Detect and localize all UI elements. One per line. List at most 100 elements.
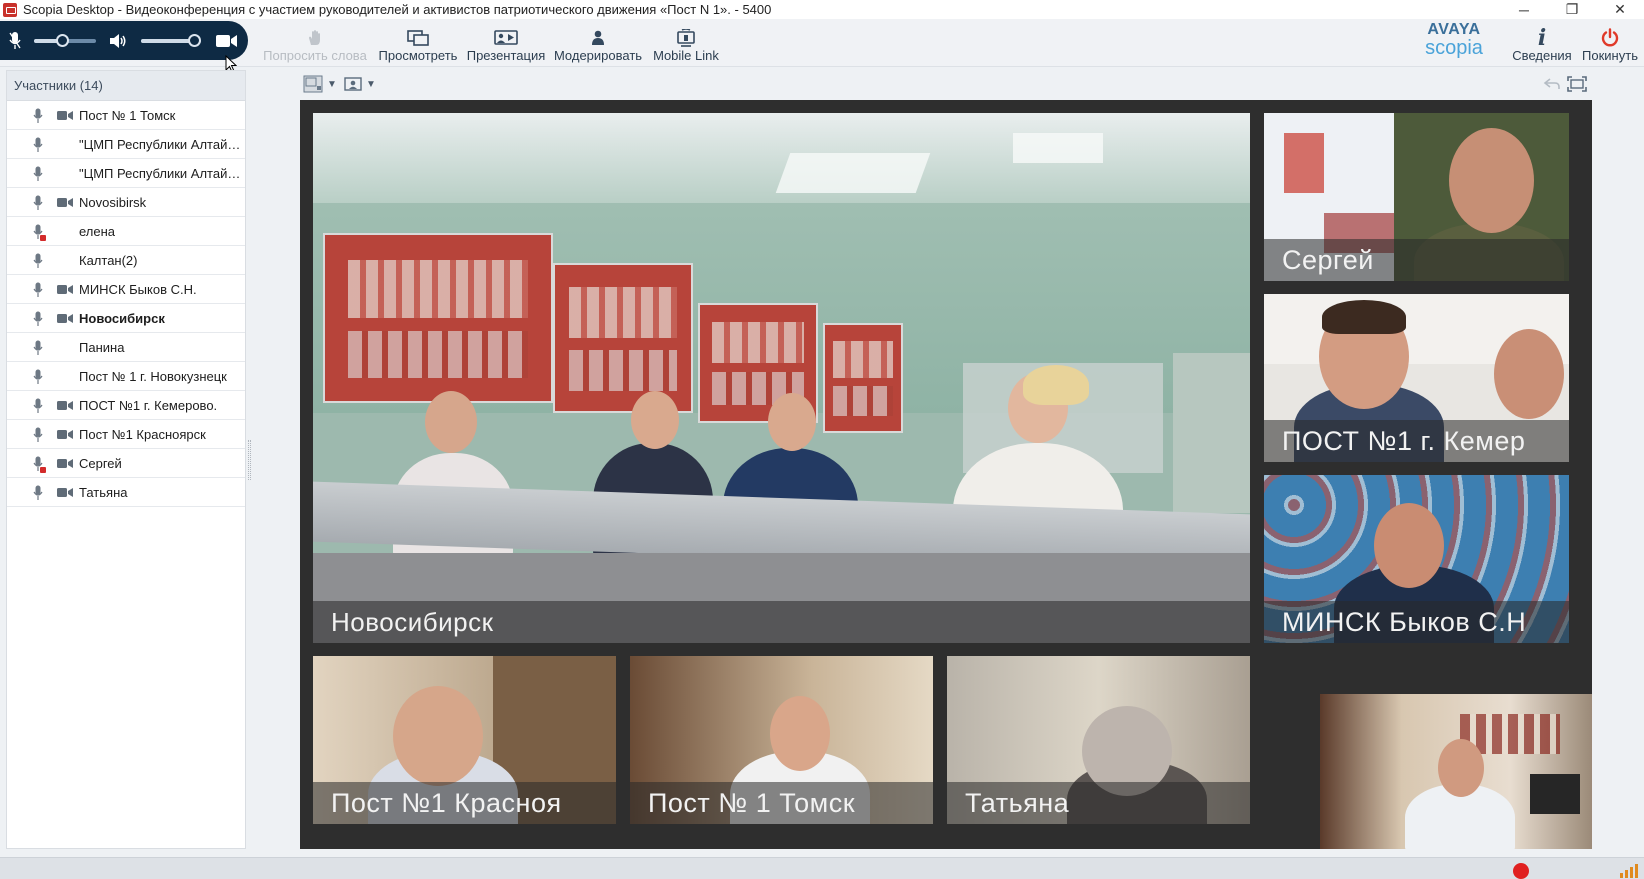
fullscreen-button[interactable] bbox=[1567, 75, 1587, 93]
layout-bar: ▼ ▼ bbox=[300, 70, 1592, 99]
microphone-icon bbox=[33, 340, 43, 359]
side-video-tile-3[interactable]: МИНСК Быков С.Н bbox=[1264, 475, 1569, 643]
camera-icon bbox=[57, 109, 73, 124]
presentation-label: Презентация bbox=[466, 48, 546, 63]
microphone-icon[interactable] bbox=[6, 31, 24, 51]
microphone-icon bbox=[33, 398, 43, 417]
mobile-link-button[interactable]: Mobile Link bbox=[652, 23, 720, 63]
fullscreen-icon bbox=[1567, 76, 1587, 92]
camera-icon bbox=[57, 486, 73, 501]
participant-name: ПОСТ №1 г. Кемерово. bbox=[79, 398, 218, 413]
speaker-volume-slider[interactable] bbox=[141, 33, 201, 47]
speaker-icon[interactable] bbox=[108, 33, 128, 49]
layout-icon bbox=[303, 75, 323, 93]
side-video-tile-2[interactable]: ПОСТ №1 г. Кемер bbox=[1264, 294, 1569, 462]
avaya-scopia-logo: AVAYA scopia bbox=[1424, 22, 1484, 59]
info-label: Сведения bbox=[1512, 48, 1572, 63]
info-button[interactable]: i Сведения bbox=[1512, 23, 1572, 63]
toolbar: Попросить слова Просмотреть Презентация … bbox=[0, 19, 1644, 67]
main-video-tile[interactable]: Новосибирск bbox=[313, 113, 1250, 643]
brand-line2: scopia bbox=[1425, 37, 1483, 59]
presentation-button[interactable]: Презентация bbox=[466, 23, 546, 63]
panel-splitter[interactable] bbox=[248, 440, 251, 480]
participant-name: елена bbox=[79, 224, 116, 239]
undock-button[interactable] bbox=[1543, 75, 1561, 93]
audio-controls bbox=[0, 21, 248, 60]
side-video-label-2: ПОСТ №1 г. Кемер bbox=[1264, 420, 1569, 462]
participant-row[interactable]: МИНСК Быков С.Н. bbox=[7, 275, 245, 304]
participant-row[interactable]: ПОСТ №1 г. Кемерово. bbox=[7, 391, 245, 420]
moderate-label: Модерировать bbox=[553, 48, 643, 63]
microphone-icon bbox=[33, 369, 43, 388]
request-floor-button[interactable]: Попросить слова bbox=[263, 23, 367, 63]
bottom-video-label-3: Татьяна bbox=[947, 782, 1250, 824]
mobile-link-icon bbox=[675, 28, 697, 48]
minimize-button[interactable]: ─ bbox=[1500, 0, 1548, 19]
moderator-icon bbox=[591, 28, 605, 48]
title-bar: Scopia Desktop - Видеоконференция с учас… bbox=[0, 0, 1644, 19]
microphone-icon bbox=[33, 427, 43, 446]
close-button[interactable]: ✕ bbox=[1596, 0, 1644, 19]
speaker-volume-handle[interactable] bbox=[188, 33, 201, 47]
participant-row[interactable]: Новосибирск bbox=[7, 304, 245, 333]
participant-name: Новосибирск bbox=[79, 311, 165, 326]
participant-row[interactable]: Сергей bbox=[7, 449, 245, 478]
mic-volume-handle[interactable] bbox=[56, 33, 69, 47]
windows-icon bbox=[407, 28, 429, 48]
participant-row[interactable]: Пост № 1 Томск bbox=[7, 101, 245, 130]
status-bar bbox=[0, 857, 1644, 879]
camera-icon[interactable] bbox=[215, 34, 239, 48]
video-area: ▼ ▼ Новосибирск Сергей ПОСТ №1 г. Кемер … bbox=[300, 70, 1592, 849]
participant-row[interactable]: Калтан(2) bbox=[7, 246, 245, 275]
camera-icon bbox=[57, 196, 73, 211]
mobile-link-label: Mobile Link bbox=[653, 48, 719, 63]
hand-icon bbox=[308, 28, 322, 48]
participant-row[interactable]: Пост №1 Красноярск bbox=[7, 420, 245, 449]
window-controls: ─ ❐ ✕ bbox=[1500, 0, 1644, 19]
restore-button[interactable]: ❐ bbox=[1548, 0, 1596, 19]
layout-picker-button[interactable]: ▼ bbox=[303, 75, 337, 93]
mic-volume-slider[interactable] bbox=[34, 33, 96, 47]
self-view-button[interactable]: ▼ bbox=[344, 75, 376, 93]
participant-name: "ЦМП Республики Алтай" г.Горно-Алтайск bbox=[79, 166, 243, 181]
participant-name: Novosibirsk bbox=[79, 195, 147, 210]
video-stage: Новосибирск Сергей ПОСТ №1 г. Кемер МИНС… bbox=[300, 100, 1592, 849]
scopia-app-icon bbox=[3, 2, 17, 17]
bottom-video-tile-2[interactable]: Пост № 1 Томск bbox=[630, 656, 933, 824]
participant-name: Панина bbox=[79, 340, 125, 355]
participant-row[interactable]: Пост № 1 г. Новокузнецк bbox=[7, 362, 245, 391]
side-video-label-3: МИНСК Быков С.Н bbox=[1264, 601, 1569, 643]
participant-name: "ЦМП Республики Алтай" г.Горно-Алтайск bbox=[79, 137, 243, 152]
side-video-label-1: Сергей bbox=[1264, 239, 1569, 281]
microphone-icon bbox=[33, 282, 43, 301]
bottom-video-tile-3[interactable]: Татьяна bbox=[947, 656, 1250, 824]
main-video-label: Новосибирск bbox=[313, 601, 1250, 643]
self-view-icon bbox=[344, 77, 362, 91]
microphone-icon bbox=[33, 485, 43, 504]
bottom-video-label-2: Пост № 1 Томск bbox=[630, 782, 933, 824]
camera-icon bbox=[57, 283, 73, 298]
participant-row[interactable]: елена bbox=[7, 217, 245, 246]
participant-row[interactable]: "ЦМП Республики Алтай" г.Горно-Алтайск bbox=[7, 159, 245, 188]
side-video-tile-1[interactable]: Сергей bbox=[1264, 113, 1569, 281]
view-button[interactable]: Просмотреть bbox=[378, 23, 458, 63]
microphone-icon bbox=[33, 166, 43, 185]
microphone-icon bbox=[33, 253, 43, 272]
power-icon bbox=[1600, 28, 1620, 48]
participant-name: Пост № 1 г. Новокузнецк bbox=[79, 369, 227, 384]
lock-icon bbox=[40, 235, 46, 241]
microphone-icon bbox=[33, 224, 46, 243]
camera-icon bbox=[57, 399, 73, 414]
chevron-down-icon: ▼ bbox=[327, 78, 337, 90]
presentation-icon bbox=[494, 28, 518, 48]
bottom-video-tile-1[interactable]: Пост №1 Красноя bbox=[313, 656, 616, 824]
leave-label: Покинуть bbox=[1582, 48, 1638, 63]
participant-row[interactable]: Novosibirsk bbox=[7, 188, 245, 217]
signal-strength-icon bbox=[1620, 862, 1638, 878]
participant-row[interactable]: "ЦМП Республики Алтай" г.Горно-Алтайск bbox=[7, 130, 245, 159]
leave-button[interactable]: Покинуть bbox=[1580, 23, 1640, 63]
participant-row[interactable]: Панина bbox=[7, 333, 245, 362]
moderate-button[interactable]: Модерировать bbox=[554, 23, 642, 63]
participant-row[interactable]: Татьяна bbox=[7, 478, 245, 507]
self-view-tile[interactable] bbox=[1320, 694, 1592, 849]
